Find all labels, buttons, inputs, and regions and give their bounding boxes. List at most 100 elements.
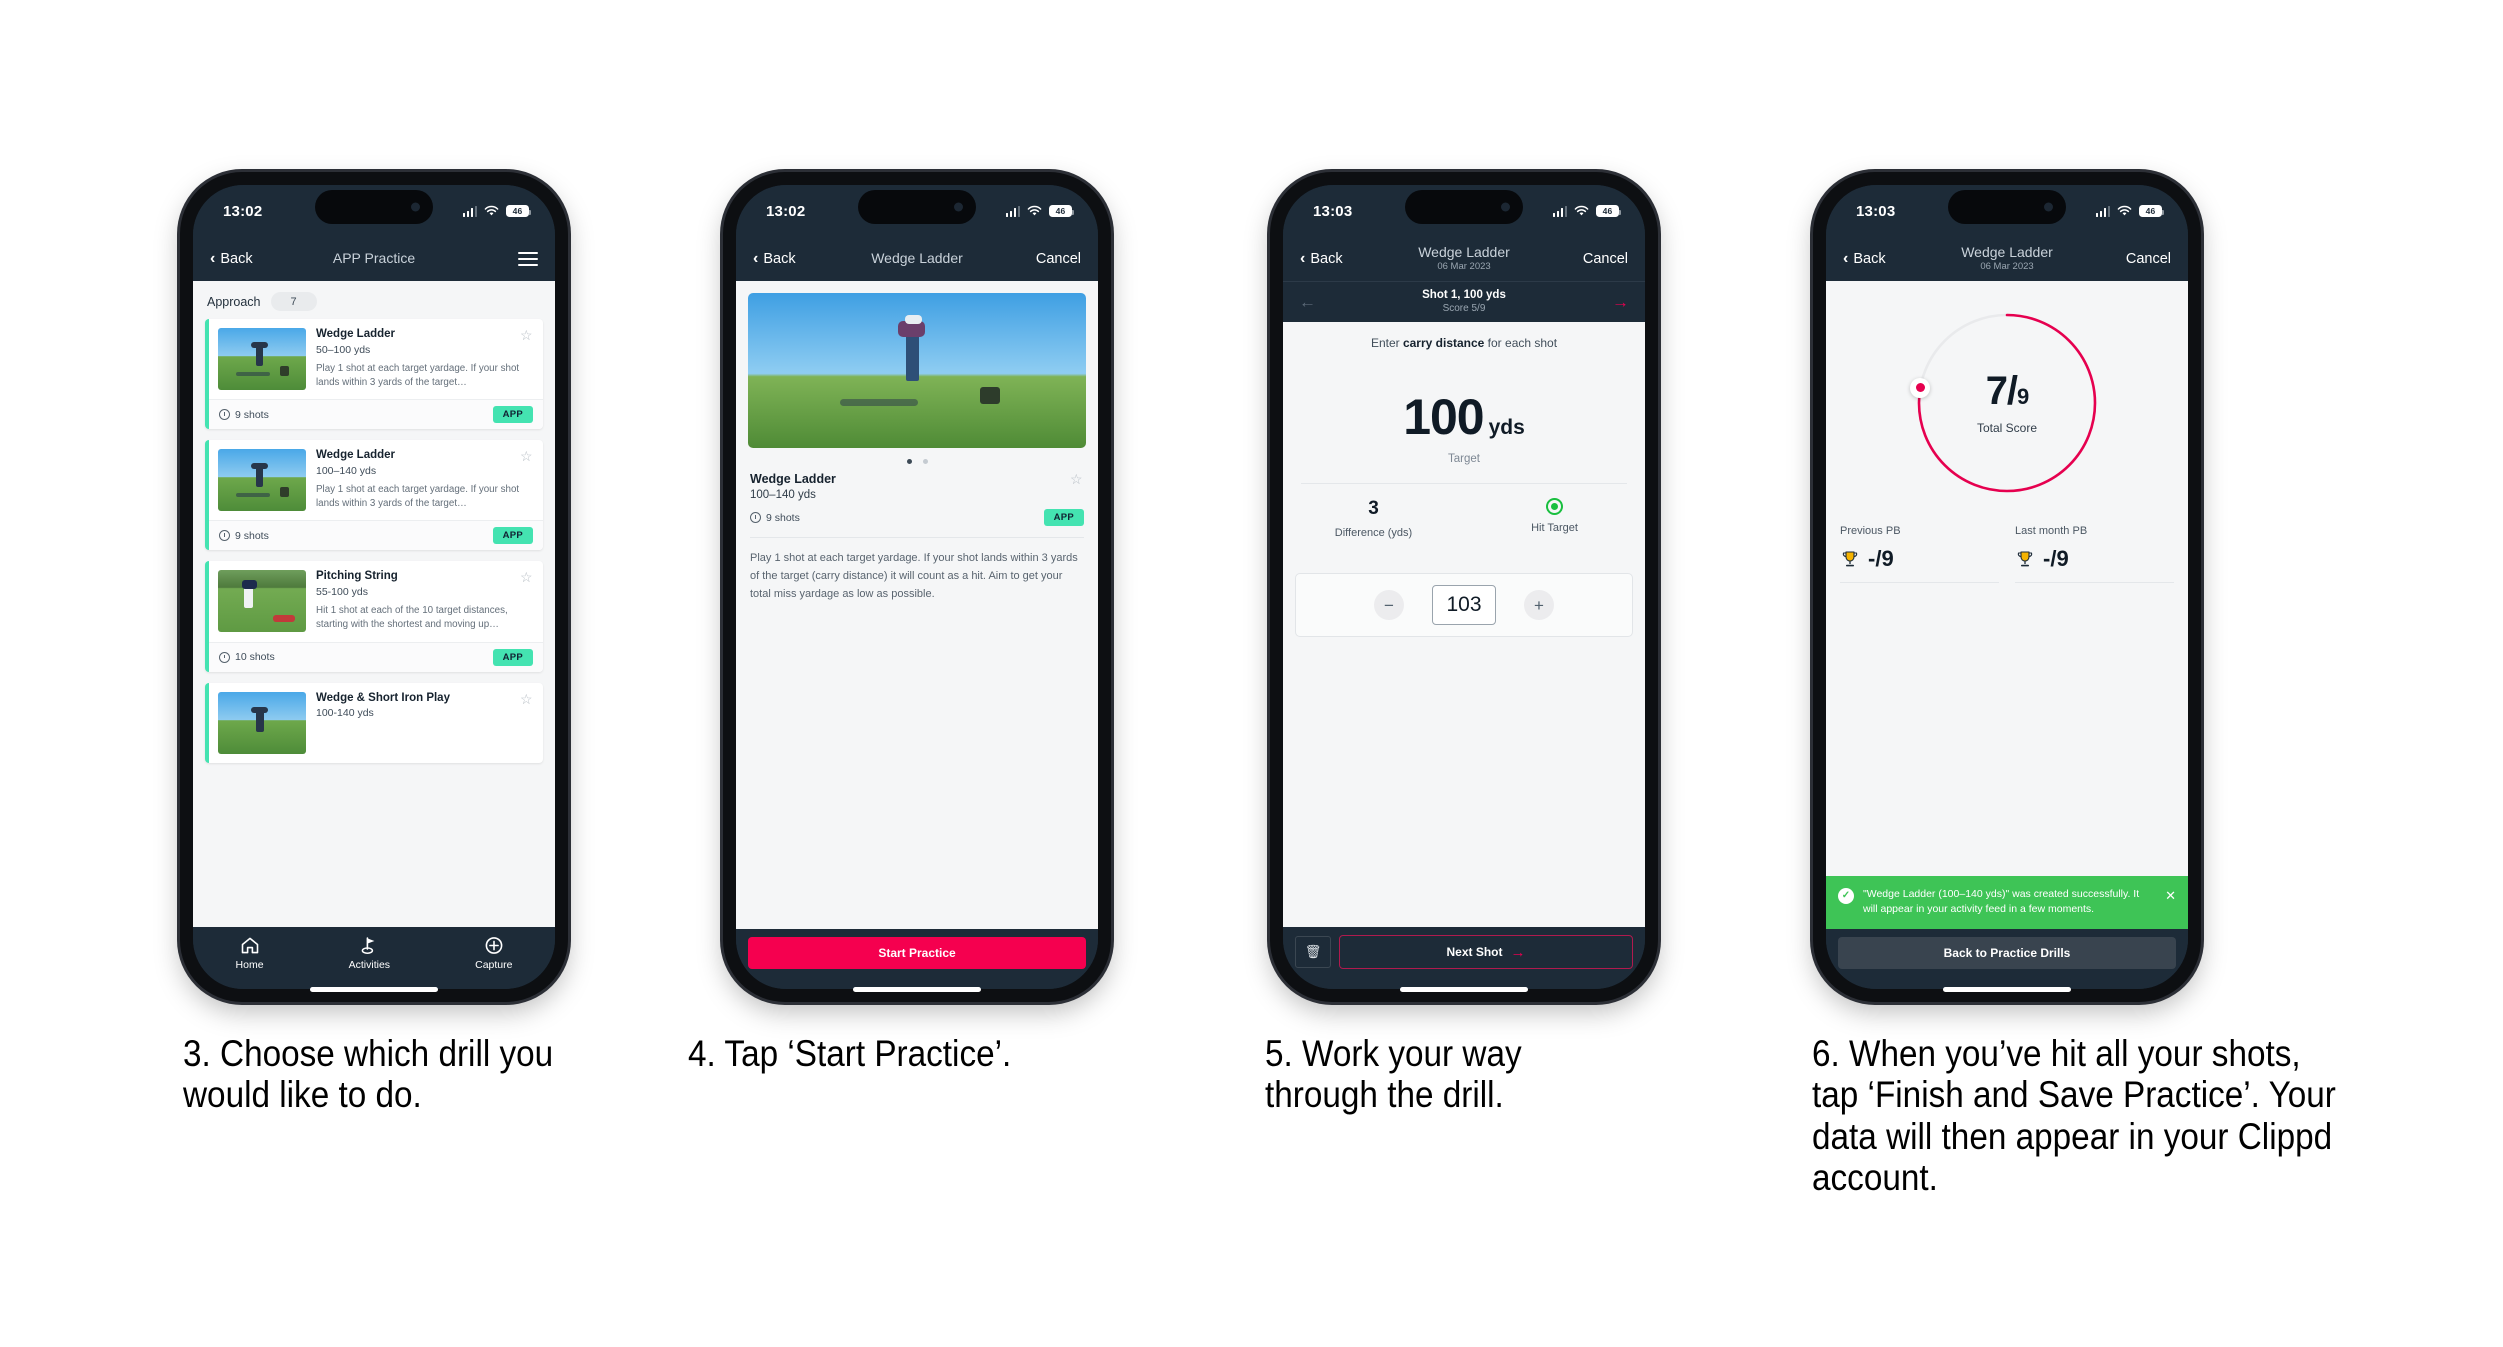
tab-home[interactable]: Home (236, 936, 264, 971)
drill-list-content[interactable]: Approach 7 Wedge Ladder 50–100 yds ☆ Pla… (193, 281, 555, 927)
tab-capture[interactable]: Capture (475, 936, 512, 971)
back-button[interactable]: ‹ Back (210, 250, 253, 268)
phone-screen: 13:03 46 ‹ Back Wedge Ladder 06 Mar 2023… (1283, 185, 1645, 989)
tab-label: Activities (348, 958, 391, 971)
chevron-left-icon: ‹ (210, 250, 216, 267)
close-icon[interactable]: ✕ (2165, 888, 2176, 919)
arrow-right-icon: → (1510, 943, 1526, 961)
drill-shots: 9 shots (219, 530, 269, 542)
toast-message: "Wedge Ladder (100–140 yds)" was created… (1863, 887, 2140, 916)
caption-step-6: 6. When you’ve hit all your shots, tap ‘… (1812, 1033, 2336, 1199)
next-shot-button[interactable]: Next Shot → (1339, 935, 1633, 969)
page-title: Wedge Ladder 06 Mar 2023 (1418, 244, 1510, 273)
section-label: Approach (207, 294, 261, 309)
carry-distance-stepper[interactable]: − 103 + (1295, 573, 1633, 637)
walkthrough-stage: 13:02 46 ‹ Back APP Practice Approach 7 … (0, 0, 2503, 1347)
tab-label: Capture (475, 958, 513, 971)
next-shot-arrow-icon[interactable]: → (1612, 294, 1629, 311)
back-label: Back (1853, 251, 1886, 267)
drill-thumbnail (218, 328, 306, 390)
back-label: Back (763, 251, 796, 267)
trophy-icon (1842, 551, 1858, 567)
home-indicator (1400, 987, 1528, 992)
shot-navigator: ← Shot 1, 100 yds Score 5/9 → (1283, 281, 1645, 322)
score-label: Score 5/9 (1442, 303, 1486, 315)
drill-yardage: 100–140 yds (750, 489, 816, 501)
back-button[interactable]: ‹ Back (1843, 251, 1886, 268)
difference-column: 3 Difference (yds) (1283, 498, 1464, 539)
delete-icon[interactable]: 🗑 (1295, 936, 1331, 968)
cancel-button[interactable]: Cancel (2126, 251, 2171, 267)
status-badge: APP (492, 406, 533, 424)
drill-card-text: Wedge Ladder 50–100 yds ☆ Play 1 shot at… (316, 328, 534, 390)
back-label: Back (1310, 251, 1343, 267)
chevron-left-icon: ‹ (1300, 250, 1306, 267)
difference-label: Difference (yds) (1334, 527, 1413, 539)
cellular-signal-icon (462, 205, 477, 217)
caption-step-4: 4. Tap ‘Start Practice’. (688, 1033, 1012, 1074)
phone-screen: 13:03 46 ‹ Back Wedge Ladder 06 Mar 2023… (1826, 185, 2188, 989)
hit-target-column: Hit Target (1464, 498, 1645, 539)
shot-entry-content: Enter carry distance for each shot 100 yd… (1283, 322, 1645, 927)
cta-container: Start Practice (736, 929, 1098, 989)
drill-description: Hit 1 shot at each of the 10 target dist… (316, 605, 508, 631)
drill-card-top: Pitching String 55-100 yds ☆ Hit 1 shot … (209, 561, 543, 641)
dynamic-island (1948, 190, 2066, 224)
favorite-star-icon[interactable]: ☆ (520, 570, 534, 584)
wifi-icon (484, 205, 499, 216)
pb-label: Previous PB (1840, 525, 1901, 537)
cta-container: Back to Practice Drills (1826, 929, 2188, 989)
back-button[interactable]: ‹ Back (753, 251, 796, 268)
camera-icon (1501, 202, 1510, 212)
favorite-star-icon[interactable]: ☆ (1070, 472, 1084, 486)
last-month-pb: Last month PB -/9 (2015, 525, 2174, 583)
check-circle-icon: ✓ (1838, 887, 1854, 904)
drill-card[interactable]: Wedge Ladder 50–100 yds ☆ Play 1 shot at… (205, 319, 543, 430)
tab-label: Home (235, 958, 264, 971)
personal-bests-row: Previous PB -/9 Last month PB -/9 (1826, 525, 2188, 583)
target-unit: yds (1488, 416, 1525, 439)
drill-yardage: 100–140 yds (316, 465, 377, 477)
hamburger-icon[interactable] (518, 252, 538, 266)
plus-circle-icon (485, 936, 503, 954)
increment-button[interactable]: + (1524, 590, 1554, 620)
back-button[interactable]: ‹ Back (1300, 250, 1343, 268)
drill-yardage: 50–100 yds (316, 343, 371, 356)
trophy-icon (2017, 551, 2033, 567)
drill-card[interactable]: Wedge & Short Iron Play 100-140 yds ☆ (205, 682, 543, 763)
drill-shots: 10 shots (219, 651, 275, 663)
entry-hint: Enter carry distance for each shot (1370, 336, 1558, 350)
battery-icon: 46 (1596, 205, 1621, 217)
dynamic-island (1405, 190, 1523, 224)
cancel-button[interactable]: Cancel (1583, 251, 1628, 267)
favorite-star-icon[interactable]: ☆ (520, 449, 534, 463)
carry-distance-input[interactable]: 103 (1432, 585, 1496, 625)
drill-shots: 9 shots (750, 512, 800, 524)
cancel-button[interactable]: Cancel (1036, 251, 1081, 267)
hit-target-icon (1546, 498, 1563, 515)
decrement-button[interactable]: − (1374, 590, 1404, 620)
drill-hero-image[interactable] (748, 293, 1086, 448)
pb-value: -/9 (2043, 546, 2069, 571)
drill-meta: 9 shots APP (750, 509, 1084, 526)
home-indicator (1943, 987, 2071, 992)
start-practice-button[interactable]: Start Practice (748, 937, 1086, 969)
score-ring: 7/9 Total Score (1910, 307, 2103, 499)
drill-thumbnail (218, 449, 306, 512)
clock-icon (219, 530, 230, 542)
drill-card-top: Wedge & Short Iron Play 100-140 yds ☆ (209, 683, 543, 763)
previous-shot-arrow-icon[interactable]: ← (1299, 294, 1316, 311)
drill-card-footer: 9 shots APP (209, 520, 543, 551)
status-icons: 46 (1552, 205, 1621, 217)
tab-activities[interactable]: Activities (349, 936, 390, 971)
target-caption: Target (1448, 453, 1480, 465)
drill-card[interactable]: Wedge Ladder 100–140 yds ☆ Play 1 shot a… (205, 440, 543, 551)
carousel-dots[interactable] (736, 448, 1098, 472)
wifi-icon (1027, 205, 1042, 216)
favorite-star-icon[interactable]: ☆ (520, 328, 534, 342)
back-label: Back (220, 251, 253, 267)
favorite-star-icon[interactable]: ☆ (520, 692, 534, 706)
section-count-pill: 7 (270, 292, 317, 311)
drill-card[interactable]: Pitching String 55-100 yds ☆ Hit 1 shot … (205, 561, 543, 672)
back-to-practice-drills-button[interactable]: Back to Practice Drills (1838, 937, 2176, 969)
